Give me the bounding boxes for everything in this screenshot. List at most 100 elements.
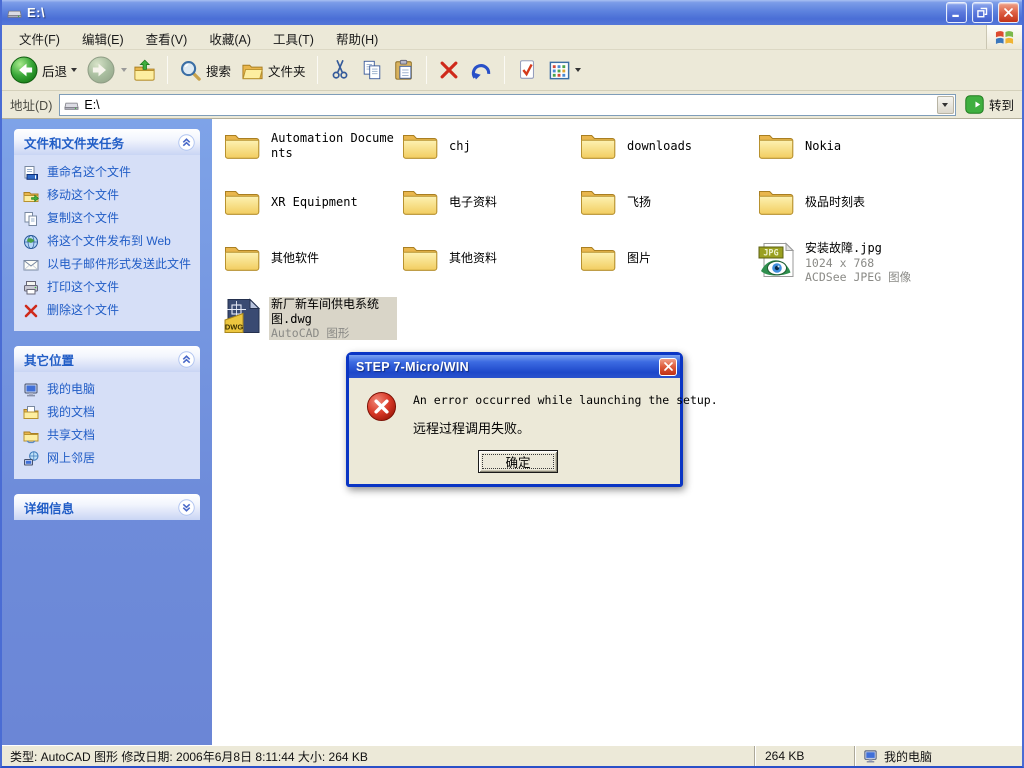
file-tile[interactable]: 极品时刻表 bbox=[754, 185, 932, 241]
file-detail-line: 1024 x 768 bbox=[805, 256, 911, 270]
details-header[interactable]: 详细信息 bbox=[14, 494, 200, 520]
network-places-icon bbox=[23, 451, 40, 467]
file-tasks-header[interactable]: 文件和文件夹任务 bbox=[14, 129, 200, 155]
window-title: E:\ bbox=[27, 5, 941, 20]
task-item[interactable]: 以电子邮件形式发送此文件 bbox=[23, 257, 194, 273]
chevron-up-icon[interactable] bbox=[178, 351, 195, 368]
other-places-header[interactable]: 其它位置 bbox=[14, 346, 200, 372]
task-item[interactable]: 移动这个文件 bbox=[23, 188, 194, 204]
menu-item[interactable]: 查看(V) bbox=[135, 25, 199, 49]
file-tile[interactable]: chj bbox=[398, 129, 576, 185]
search-button[interactable]: 搜索 bbox=[175, 56, 235, 85]
chevron-up-icon[interactable] bbox=[178, 134, 195, 151]
go-icon bbox=[965, 95, 984, 114]
dialog-message-line1: An error occurred while launching the se… bbox=[413, 393, 718, 407]
delete-button[interactable] bbox=[434, 56, 464, 84]
folder-large-icon bbox=[222, 241, 262, 273]
menu-item[interactable]: 收藏(A) bbox=[198, 25, 262, 49]
minimize-button[interactable] bbox=[946, 2, 967, 23]
print-icon bbox=[23, 280, 40, 296]
checklist-button[interactable] bbox=[512, 56, 542, 84]
task-item[interactable]: 重命名这个文件 bbox=[23, 165, 194, 181]
task-label: 打印这个文件 bbox=[47, 280, 119, 296]
chevron-down-icon[interactable] bbox=[178, 499, 195, 516]
file-label: XR Equipment bbox=[271, 195, 358, 210]
menu-item[interactable]: 编辑(E) bbox=[71, 25, 135, 49]
file-tile[interactable]: XR Equipment bbox=[220, 185, 398, 241]
back-dropdown-icon[interactable] bbox=[71, 68, 77, 72]
file-tile[interactable]: 电子资料 bbox=[398, 185, 576, 241]
windows-logo-icon bbox=[986, 25, 1022, 49]
drive-icon bbox=[7, 5, 22, 20]
dialog-title: STEP 7-Micro/WIN bbox=[356, 360, 655, 374]
dialog-message-line2: 远程过程调用失败。 bbox=[413, 418, 718, 437]
dialog-title-bar: STEP 7-Micro/WIN bbox=[349, 355, 680, 378]
folder-large-icon bbox=[400, 129, 440, 161]
menu-item[interactable]: 帮助(H) bbox=[325, 25, 389, 49]
ok-button[interactable]: 确定 bbox=[478, 450, 558, 473]
file-tile[interactable]: Nokia bbox=[754, 129, 932, 185]
up-button[interactable] bbox=[129, 56, 160, 85]
place-item[interactable]: 网上邻居 bbox=[23, 451, 194, 467]
menu-item[interactable]: 文件(F) bbox=[8, 25, 71, 49]
panel-title: 其它位置 bbox=[24, 350, 74, 369]
menu-bar: 文件(F) 编辑(E) 查看(V) 收藏(A) 工具(T) 帮助(H) bbox=[2, 25, 1022, 50]
details-panel: 详细信息 bbox=[14, 494, 200, 520]
copy-icon bbox=[361, 59, 383, 81]
menu-item[interactable]: 工具(T) bbox=[262, 25, 325, 49]
toolbar-separator bbox=[167, 56, 168, 84]
go-button[interactable]: 转到 bbox=[963, 95, 1016, 114]
copy-button[interactable] bbox=[357, 56, 387, 84]
folder-large-icon bbox=[756, 129, 796, 161]
task-item[interactable]: 将这个文件发布到 Web bbox=[23, 234, 194, 250]
file-tile[interactable]: 其他资料 bbox=[398, 241, 576, 297]
file-tile[interactable]: downloads bbox=[576, 129, 754, 185]
toolbar-separator bbox=[504, 56, 505, 84]
file-tile[interactable]: 飞扬 bbox=[576, 185, 754, 241]
undo-button[interactable] bbox=[466, 56, 497, 85]
task-label: 重命名这个文件 bbox=[47, 165, 131, 181]
paste-button[interactable] bbox=[389, 56, 419, 84]
back-button[interactable]: 后退 bbox=[6, 53, 81, 87]
address-dropdown-button[interactable] bbox=[937, 96, 954, 114]
restore-button[interactable] bbox=[972, 2, 993, 23]
file-detail-line: AutoCAD 图形 bbox=[271, 326, 395, 340]
forward-button[interactable] bbox=[83, 53, 119, 87]
views-button[interactable] bbox=[544, 56, 585, 85]
task-item[interactable]: 复制这个文件 bbox=[23, 211, 194, 227]
views-dropdown-icon[interactable] bbox=[575, 68, 581, 72]
place-item[interactable]: 我的文档 bbox=[23, 405, 194, 421]
jpg-file-icon: JPG bbox=[756, 241, 796, 278]
explorer-window: E:\ 文件(F) 编辑(E) 查看(V) 收藏(A) 工具(T) 帮助(H) … bbox=[0, 0, 1024, 768]
folder-large-icon bbox=[578, 241, 618, 273]
file-tile[interactable]: 图片 bbox=[576, 241, 754, 297]
file-label: 新厂新车间供电系统图.dwg bbox=[271, 297, 395, 326]
task-item[interactable]: 打印这个文件 bbox=[23, 280, 194, 296]
file-tile[interactable]: DWG 新厂新车间供电系统图.dwg AutoCAD 图形 bbox=[220, 297, 398, 353]
folders-button[interactable]: 文件夹 bbox=[237, 56, 310, 85]
forward-dropdown-icon[interactable] bbox=[121, 68, 127, 72]
place-item[interactable]: 共享文档 bbox=[23, 428, 194, 444]
svg-text:DWG: DWG bbox=[225, 323, 243, 332]
search-icon bbox=[179, 59, 202, 82]
file-tile[interactable]: 其他软件 bbox=[220, 241, 398, 297]
place-label: 我的电脑 bbox=[47, 382, 95, 398]
file-label: 飞扬 bbox=[627, 195, 651, 210]
status-location: 我的电脑 bbox=[854, 746, 1022, 766]
place-item[interactable]: 我的电脑 bbox=[23, 382, 194, 398]
file-text-block: XR Equipment bbox=[269, 185, 360, 219]
dialog-close-button[interactable] bbox=[659, 358, 677, 376]
drive-icon bbox=[64, 97, 79, 112]
file-tile[interactable]: JPG 安装故障.jpg 1024 x 768ACDSee JPEG 图像 bbox=[754, 241, 932, 297]
cut-button[interactable] bbox=[325, 56, 355, 84]
task-item[interactable]: 删除这个文件 bbox=[23, 303, 194, 319]
folder-large-icon bbox=[400, 241, 440, 273]
task-label: 复制这个文件 bbox=[47, 211, 119, 227]
copy-file-icon bbox=[23, 211, 40, 227]
task-label: 删除这个文件 bbox=[47, 303, 119, 319]
file-tile[interactable]: Automation Documents bbox=[220, 129, 398, 185]
web-publish-icon bbox=[23, 234, 40, 250]
search-label: 搜索 bbox=[206, 61, 231, 80]
close-button[interactable] bbox=[998, 2, 1019, 23]
address-input[interactable]: E:\ bbox=[59, 94, 956, 116]
